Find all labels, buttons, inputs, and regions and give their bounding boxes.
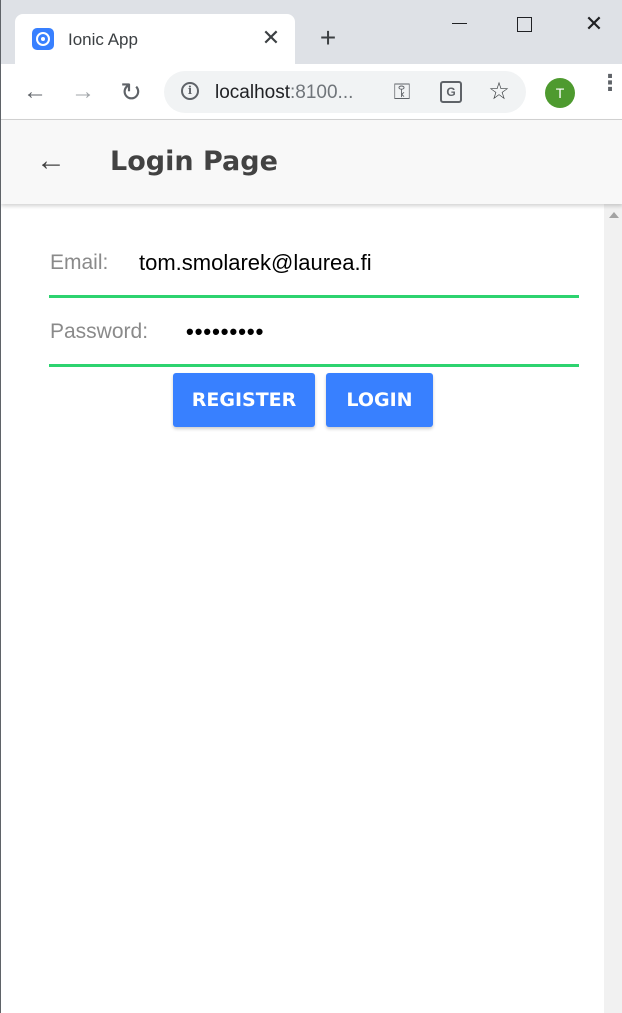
browser-window: Ionic App ✕ + ✕ ← → ↻ i localhost:8100..… [0, 0, 622, 1013]
browser-tab[interactable]: Ionic App ✕ [15, 14, 295, 64]
password-input[interactable] [186, 319, 566, 345]
password-label: Password: [50, 320, 149, 343]
email-field: Email: [49, 238, 579, 298]
translate-icon[interactable]: G [440, 81, 462, 103]
password-field: Password: [49, 307, 579, 367]
header-back-icon[interactable]: ← [34, 144, 68, 178]
page-content: Email: Password: REGISTER LOGIN [1, 204, 604, 1013]
tab-close-icon[interactable]: ✕ [259, 26, 283, 50]
new-tab-icon[interactable]: + [314, 24, 342, 52]
url-rest: :8100... [290, 82, 354, 103]
address-bar[interactable]: i localhost:8100... ⚿ G ☆ [164, 71, 526, 113]
profile-avatar[interactable]: T [545, 78, 575, 108]
back-arrow-icon[interactable]: ← [19, 76, 51, 108]
minimize-icon[interactable] [444, 10, 474, 40]
email-label: Email: [50, 251, 109, 274]
browser-toolbar: ← → ↻ i localhost:8100... ⚿ G ☆ T ⋮ [1, 64, 622, 120]
maximize-icon[interactable] [510, 10, 540, 40]
register-button[interactable]: REGISTER [173, 373, 315, 427]
login-button[interactable]: LOGIN [326, 373, 433, 427]
bookmark-star-icon[interactable]: ☆ [486, 79, 512, 105]
url-text[interactable]: localhost:8100... [215, 82, 353, 104]
info-icon[interactable]: i [181, 82, 199, 100]
page-title: Login Page [110, 146, 278, 177]
ionic-icon [32, 28, 54, 50]
tab-title: Ionic App [68, 30, 138, 49]
tab-strip: Ionic App ✕ + ✕ [1, 0, 622, 64]
key-icon[interactable]: ⚿ [390, 80, 414, 104]
menu-kebab-icon[interactable]: ⋮ [599, 72, 621, 106]
scroll-up-arrow-icon[interactable] [609, 212, 619, 218]
reload-icon[interactable]: ↻ [115, 76, 147, 108]
email-input[interactable] [139, 250, 519, 276]
scrollbar[interactable] [604, 204, 622, 1013]
forward-arrow-icon[interactable]: → [67, 76, 99, 108]
app-header: ← Login Page [1, 120, 622, 204]
url-host: localhost [215, 82, 290, 103]
window-close-icon[interactable]: ✕ [579, 10, 609, 40]
